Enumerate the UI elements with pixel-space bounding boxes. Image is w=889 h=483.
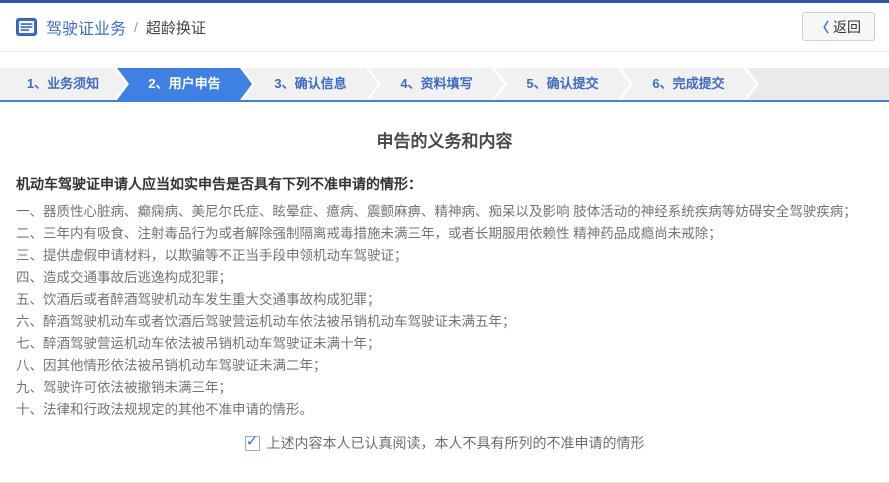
agreement-checkbox[interactable] <box>245 436 260 451</box>
step-2-user-declaration[interactable]: 2、用户申告 <box>117 68 252 100</box>
agreement-row: 上述内容本人已认真阅读，本人不具有所列的不准申请的情形 <box>16 433 873 453</box>
step-6-finish-submit[interactable]: 6、完成提交 <box>621 68 756 100</box>
back-button[interactable]: 〈 返回 <box>802 12 875 41</box>
step-bar: 1、业务须知 2、用户申告 3、确认信息 4、资料填写 5、确认提交 6、完成提… <box>0 68 889 100</box>
condition-item: 四、造成交通事故后逃逸构成犯罪； <box>16 267 873 289</box>
declaration-lead: 机动车驾驶证申请人应当如实申告是否具有下列不准申请的情形： <box>16 174 873 194</box>
condition-item: 九、驾驶许可依法被撤销未满三年； <box>16 377 873 399</box>
condition-item: 八、因其他情形依法被吊销机动车驾驶证未满二年； <box>16 355 873 377</box>
header: 驾驶证业务 / 超龄换证 〈 返回 <box>0 3 889 52</box>
step-1-business-notice[interactable]: 1、业务须知 <box>0 68 126 100</box>
breadcrumb-current: 超龄换证 <box>146 17 206 38</box>
step-4-fill-materials[interactable]: 4、资料填写 <box>369 68 504 100</box>
agreement-label: 上述内容本人已认真阅读，本人不具有所列的不准申请的情形 <box>267 433 645 453</box>
step-5-confirm-submit[interactable]: 5、确认提交 <box>495 68 630 100</box>
condition-item: 一、器质性心脏病、癫痫病、美尼尔氏症、眩晕症、癔病、震颤麻痹、精神病、痴呆以及影… <box>16 201 873 223</box>
step-bar-filler <box>747 68 889 100</box>
condition-item: 十、法律和行政法规规定的其他不准申请的情形。 <box>16 399 873 421</box>
step-3-confirm-info[interactable]: 3、确认信息 <box>243 68 378 100</box>
chevron-left-icon: 〈 <box>816 17 829 36</box>
breadcrumb-separator: / <box>134 19 138 35</box>
step-bar-underline <box>0 100 889 102</box>
license-list-icon <box>16 18 37 36</box>
condition-item: 三、提供虚假申请材料，以欺骗等不正当手段申领机动车驾驶证； <box>16 245 873 267</box>
back-button-label: 返回 <box>833 17 861 37</box>
page-title: 申告的义务和内容 <box>16 127 873 152</box>
declaration-content: 申告的义务和内容 机动车驾驶证申请人应当如实申告是否具有下列不准申请的情形： 一… <box>0 127 889 483</box>
condition-item: 七、醉酒驾驶营运机动车依法被吊销机动车驾驶证未满十年； <box>16 333 873 355</box>
breadcrumb-root[interactable]: 驾驶证业务 <box>46 15 126 39</box>
condition-item: 五、饮酒后或者醉酒驾驶机动车发生重大交通事故构成犯罪； <box>16 289 873 311</box>
condition-item: 二、三年内有吸食、注射毒品行为或者解除强制隔离戒毒措施未满三年，或者长期服用依赖… <box>16 223 873 245</box>
condition-item: 六、醉酒驾驶机动车或者饮酒后驾驶营运机动车依法被吊销机动车驾驶证未满五年； <box>16 311 873 333</box>
condition-list: 一、器质性心脏病、癫痫病、美尼尔氏症、眩晕症、癔病、震颤麻痹、精神病、痴呆以及影… <box>16 201 873 421</box>
step-progress: 1、业务须知 2、用户申告 3、确认信息 4、资料填写 5、确认提交 6、完成提… <box>0 68 889 102</box>
license-service-panel: 驾驶证业务 / 超龄换证 〈 返回 1、业务须知 2、用户申告 3、确认信息 4… <box>0 0 889 483</box>
